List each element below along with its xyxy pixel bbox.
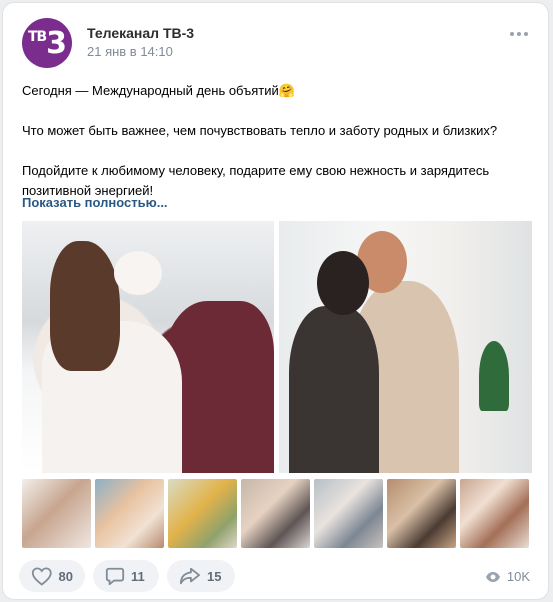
share-icon — [180, 567, 200, 585]
photo-thumbnail[interactable] — [168, 479, 237, 548]
view-count: 10K — [506, 569, 530, 584]
heart-icon — [31, 567, 52, 586]
photo-thumbnail[interactable] — [314, 479, 383, 548]
comment-count: 11 — [131, 568, 145, 584]
photo-thumbnail[interactable] — [460, 479, 529, 548]
photo-thumbnail[interactable] — [241, 479, 310, 548]
comment-icon — [105, 567, 125, 586]
author-name[interactable]: Телеканал ТВ-3 — [87, 25, 194, 41]
comment-button[interactable]: 11 — [93, 560, 159, 592]
photo-thumbnail[interactable] — [387, 479, 456, 548]
photo-large-1[interactable] — [22, 221, 274, 473]
photo-large-2[interactable] — [279, 221, 532, 473]
share-button[interactable]: 15 — [167, 560, 235, 592]
avatar[interactable]: ТВ3 — [22, 18, 72, 68]
photo-thumbnail[interactable] — [95, 479, 164, 548]
share-count: 15 — [207, 568, 222, 584]
like-button[interactable]: 80 — [19, 560, 85, 592]
post-line: Что может быть важнее, чем почувствовать… — [22, 123, 498, 138]
post-text: Сегодня — Международный день объятий🤗 Чт… — [22, 81, 532, 201]
view-counter: 10K — [485, 569, 530, 584]
show-more-link[interactable]: Показать полностью... — [22, 195, 168, 210]
more-icon[interactable] — [510, 31, 528, 37]
avatar-logo: ТВ3 — [27, 25, 67, 61]
photo-thumbnail[interactable] — [22, 479, 91, 548]
post-line: Сегодня — Международный день объятий🤗 — [22, 83, 295, 98]
post-card: ТВ3 Телеканал ТВ-3 21 янв в 14:10 Сегодн… — [2, 2, 549, 600]
post-date[interactable]: 21 янв в 14:10 — [87, 44, 173, 59]
eye-icon — [485, 571, 500, 582]
like-count: 80 — [58, 568, 73, 584]
